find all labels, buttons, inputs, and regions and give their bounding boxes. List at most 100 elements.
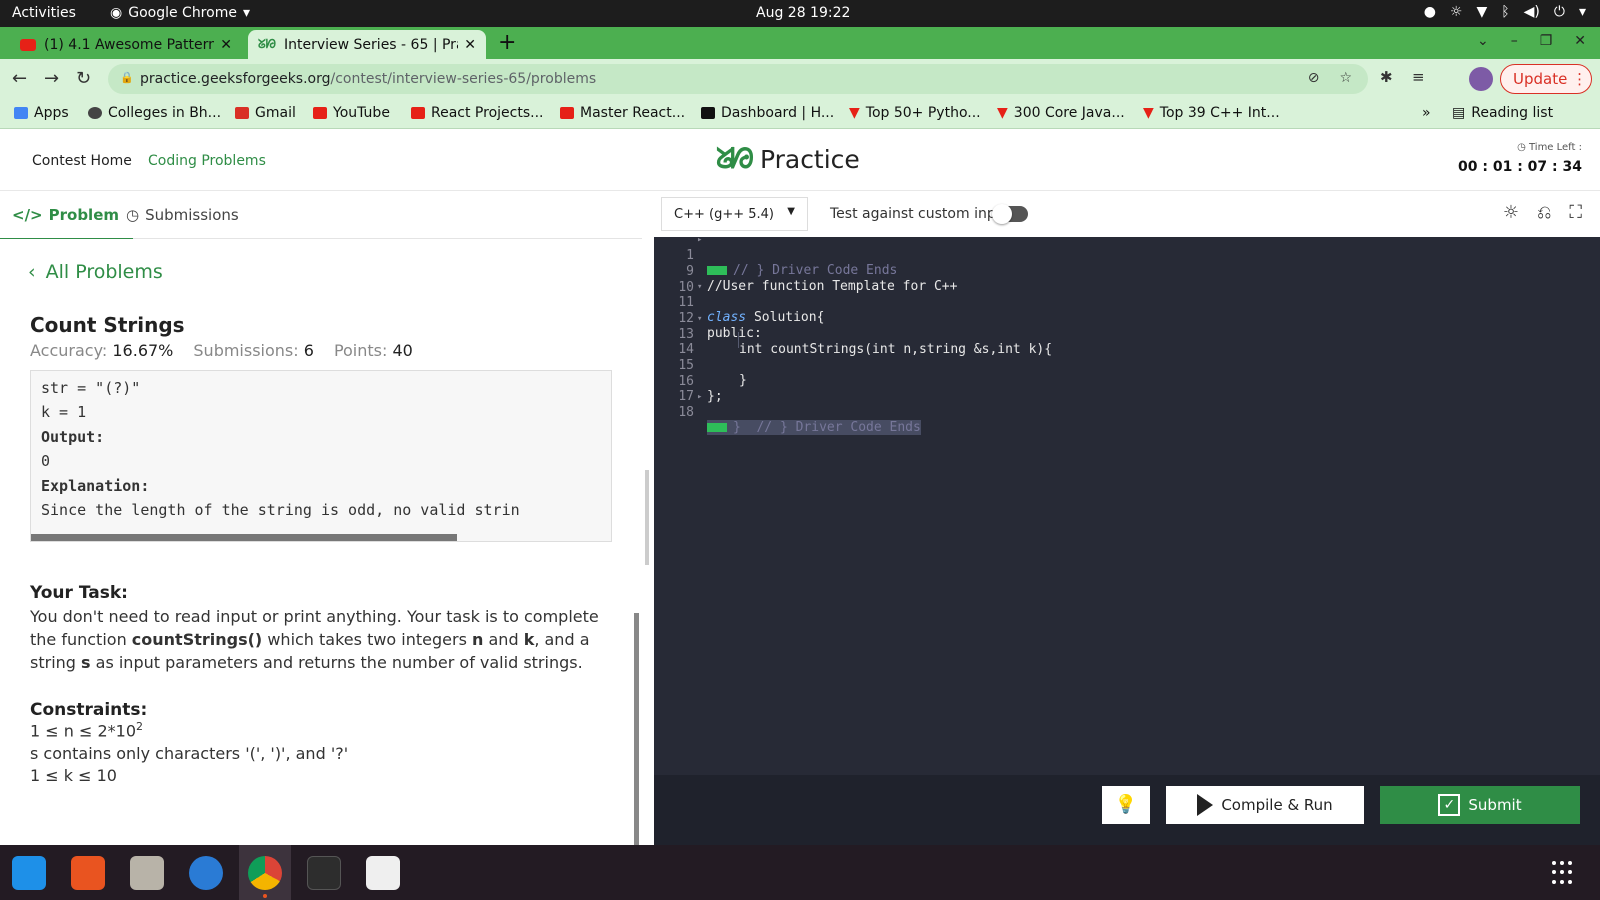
window-close-icon[interactable]: ✕	[1574, 33, 1586, 49]
example-line: Explanation:	[41, 477, 150, 495]
lightbulb-icon: 💡	[1114, 794, 1138, 815]
language-select[interactable]: C++ (g++ 5.4) ▼	[661, 197, 808, 231]
bookmark-gmail[interactable]: Gmail	[235, 105, 296, 121]
tab-youtube[interactable]: (1) 4.1 Awesome Pattern C ✕	[10, 30, 242, 59]
horizontal-scrollbar[interactable]	[31, 534, 457, 541]
task-param: n	[472, 630, 484, 649]
minimize-icon[interactable]: –	[1511, 33, 1518, 49]
bookmarks-overflow-icon[interactable]: »	[1422, 105, 1431, 121]
all-problems-link[interactable]: ‹ All Problems	[28, 261, 163, 283]
tab-problem[interactable]: </> Problem	[0, 206, 134, 241]
activities-button[interactable]: Activities	[12, 5, 76, 21]
constraint-text: 1 ≤ n ≤ 2*10	[30, 721, 137, 741]
fold-arrow-icon[interactable]: ▸	[697, 235, 702, 245]
submissions-value: 6	[303, 341, 314, 360]
problem-panel[interactable]: ‹ All Problems Count Strings Accuracy: 16…	[0, 239, 628, 844]
address-bar[interactable]: 🔒 practice.geeksforgeeks.org/contest/int…	[108, 64, 1368, 94]
files-icon[interactable]	[130, 856, 164, 890]
bookmark-dashboard[interactable]: Dashboard | H...	[701, 105, 834, 121]
tab-search-icon[interactable]: ⌄	[1477, 33, 1489, 49]
caret-down-icon: ▾	[242, 5, 250, 21]
compile-run-button[interactable]: Compile & Run	[1166, 786, 1364, 824]
example-line: Since the length of the string is odd, n…	[41, 501, 520, 519]
tray-caret-icon[interactable]: ▾	[1579, 4, 1586, 20]
tab-geeksforgeeks[interactable]: ᘜᘙ Interview Series - 65 | Prac ✕	[248, 30, 486, 59]
terminal-icon[interactable]	[307, 856, 341, 890]
bookmark-youtube[interactable]: YouTube	[313, 105, 390, 121]
clock[interactable]: Aug 28 19:22	[756, 5, 850, 21]
reading-list-button[interactable]: ▤ Reading list	[1452, 105, 1553, 121]
lock-icon[interactable]: 🔒	[120, 71, 134, 84]
example-box[interactable]: str = "(?)" k = 1 Output: 0 Explanation:…	[30, 370, 612, 542]
bookmark-label: 300 Core Java...	[1013, 105, 1125, 121]
fold-arrow-icon[interactable]: ▾	[697, 314, 702, 324]
close-icon[interactable]: ✕	[220, 37, 232, 53]
fold-arrow-icon[interactable]: ▸	[697, 392, 702, 402]
system-top-bar: Activities ◉ Google Chrome ▾ Aug 28 19:2…	[0, 0, 1600, 27]
reset-code-icon[interactable]: ⎌	[1537, 202, 1551, 223]
reading-list-icon: ▤	[1452, 105, 1466, 121]
star-icon[interactable]: ☆	[1339, 70, 1352, 86]
close-icon[interactable]: ✕	[464, 37, 476, 53]
software-center-icon[interactable]	[71, 856, 105, 890]
submit-button[interactable]: ✓ Submit	[1380, 786, 1580, 824]
show-applications-icon[interactable]	[1552, 861, 1576, 885]
code-editor[interactable]: 1 ▸ // } Driver Code Ends 9 //User functi…	[654, 235, 1600, 775]
bookmark-master-react[interactable]: Master React...	[560, 105, 685, 121]
fullscreen-icon[interactable]: ⛶	[1569, 202, 1582, 223]
bookmark-apps[interactable]: Apps	[14, 105, 69, 121]
splitter-handle[interactable]	[645, 470, 649, 565]
vscode-icon[interactable]	[12, 856, 46, 890]
example-line: 0	[41, 452, 51, 470]
bookmark-label: YouTube	[333, 105, 390, 121]
custom-input-toggle[interactable]	[992, 204, 1028, 224]
code-line: 13 ▾ int countStrings(int n,string &s,int…	[654, 312, 1052, 357]
system-tray[interactable]: ● ☼ ▼ ᛒ ◀) ⏻ ▾	[1424, 4, 1586, 20]
bookmark-colleges[interactable]: Colleges in Bh...	[88, 105, 221, 121]
profile-avatar[interactable]	[1469, 67, 1493, 91]
restore-icon[interactable]: ❐	[1540, 33, 1553, 49]
bookmark-top-50-python[interactable]: ▼ Top 50+ Pytho...	[849, 105, 981, 121]
text-editor-icon[interactable]	[366, 856, 400, 890]
update-button[interactable]: Update ⋮	[1500, 64, 1592, 94]
example-line: k = 1	[41, 403, 87, 421]
coding-problems-link[interactable]: Coding Problems	[148, 153, 266, 169]
constraint-line: 1 ≤ n ≤ 2*102	[30, 720, 143, 740]
theme-sun-icon[interactable]: ☼	[1503, 202, 1519, 223]
gfg-logo[interactable]: ᘜᘙ Practice	[716, 142, 860, 176]
tab-problem-label: Problem	[48, 206, 120, 224]
back-icon[interactable]: ←	[12, 68, 27, 89]
fold-arrow-icon[interactable]: ▾	[697, 282, 702, 292]
reload-icon[interactable]: ↻	[76, 68, 91, 89]
help-icon[interactable]	[189, 856, 223, 890]
bookmark-react-projects[interactable]: React Projects...	[411, 105, 543, 121]
example-line: Output:	[41, 428, 105, 446]
globe-icon	[88, 107, 102, 119]
media-control-icon[interactable]: ≡	[1412, 68, 1425, 86]
task-heading: Your Task:	[30, 583, 128, 603]
bookmark-300-core-java[interactable]: ▼ 300 Core Java...	[997, 105, 1125, 121]
eye-off-icon[interactable]: ⊘	[1308, 70, 1320, 86]
code-text: //User function Template for C++	[707, 279, 958, 294]
hint-bulb-button[interactable]: 💡	[1102, 786, 1150, 824]
update-label: Update	[1513, 70, 1568, 88]
contest-home-link[interactable]: Contest Home	[32, 153, 132, 169]
extensions-icon[interactable]: ✱	[1380, 68, 1393, 86]
folded-code-marker[interactable]	[707, 266, 727, 275]
chrome-icon[interactable]	[248, 856, 282, 890]
bookmark-top-39-cpp[interactable]: ▼ Top 39 C++ Int...	[1143, 105, 1280, 121]
forward-icon[interactable]: →	[44, 68, 59, 89]
folded-code-marker[interactable]	[707, 423, 727, 432]
bookmark-label: Apps	[34, 105, 69, 121]
tab-submissions-label: Submissions	[145, 206, 239, 224]
editor-footer: 💡 Compile & Run ✓ Submit	[654, 775, 1600, 845]
clock-icon: ◷	[126, 206, 140, 224]
code-line: 18 ▸ } // } Driver Code Ends	[654, 390, 921, 435]
record-icon[interactable]: ●	[1424, 4, 1436, 20]
new-tab-button[interactable]: +	[498, 30, 516, 55]
submit-label: Submit	[1468, 796, 1522, 814]
tab-submissions[interactable]: ◷ Submissions	[126, 206, 239, 224]
problem-panel-scrollbar[interactable]	[634, 613, 639, 845]
app-menu[interactable]: ◉ Google Chrome ▾	[110, 5, 250, 21]
bookmark-v-icon: ▼	[1143, 105, 1154, 121]
